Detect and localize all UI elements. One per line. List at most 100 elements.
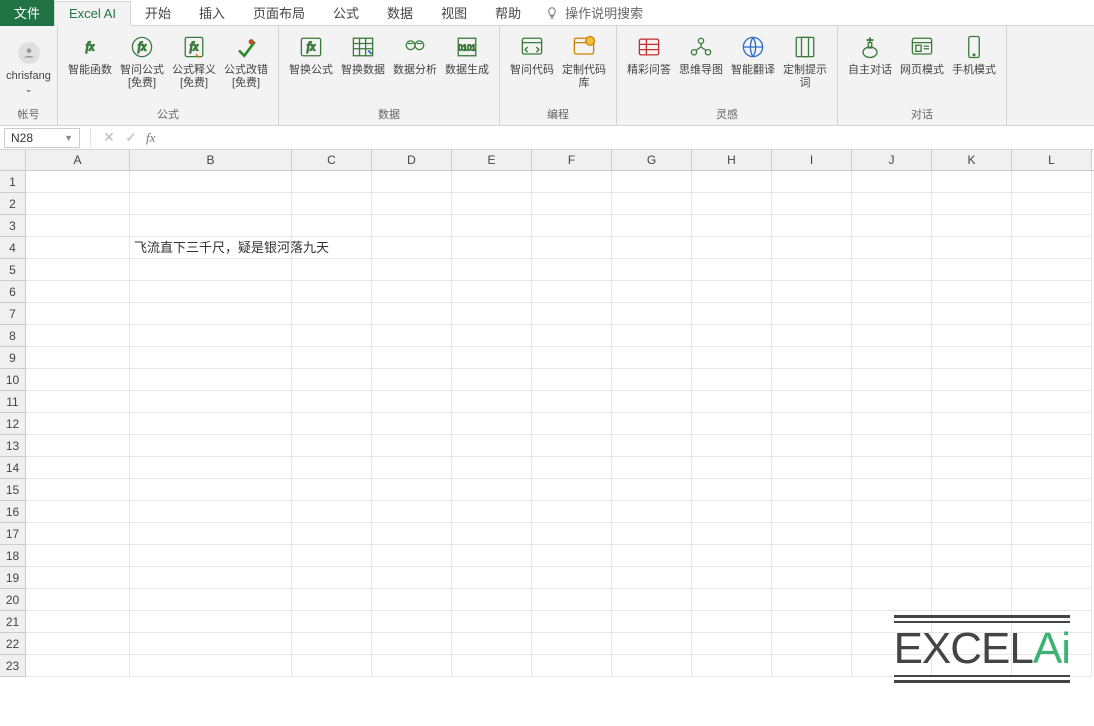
cell-I13[interactable]: [772, 435, 852, 457]
cell-I4[interactable]: [772, 237, 852, 259]
cell-E17[interactable]: [452, 523, 532, 545]
cell-E10[interactable]: [452, 369, 532, 391]
cell-E22[interactable]: [452, 633, 532, 655]
cell-E4[interactable]: [452, 237, 532, 259]
cell-K13[interactable]: [932, 435, 1012, 457]
qa-button[interactable]: 精彩问答: [623, 28, 675, 80]
cell-C18[interactable]: [292, 545, 372, 567]
cell-D12[interactable]: [372, 413, 452, 435]
cell-A12[interactable]: [26, 413, 130, 435]
cell-J14[interactable]: [852, 457, 932, 479]
cell-L12[interactable]: [1012, 413, 1092, 435]
cell-H20[interactable]: [692, 589, 772, 611]
cell-B4[interactable]: 飞流直下三千尺，疑是银河落九天: [130, 237, 292, 259]
cell-C15[interactable]: [292, 479, 372, 501]
cell-J12[interactable]: [852, 413, 932, 435]
cell-G15[interactable]: [612, 479, 692, 501]
cell-J2[interactable]: [852, 193, 932, 215]
web-mode-button[interactable]: 网页模式: [896, 28, 948, 80]
cell-F16[interactable]: [532, 501, 612, 523]
cell-G8[interactable]: [612, 325, 692, 347]
cell-H3[interactable]: [692, 215, 772, 237]
ask-formula-button[interactable]: fx智问公式 [免费]: [116, 28, 168, 93]
cell-J6[interactable]: [852, 281, 932, 303]
cell-G17[interactable]: [612, 523, 692, 545]
row-header-23[interactable]: 23: [0, 655, 26, 677]
cell-F22[interactable]: [532, 633, 612, 655]
cell-A9[interactable]: [26, 347, 130, 369]
cell-G18[interactable]: [612, 545, 692, 567]
cell-K6[interactable]: [932, 281, 1012, 303]
cell-B6[interactable]: [130, 281, 292, 303]
cell-L6[interactable]: [1012, 281, 1092, 303]
row-header-3[interactable]: 3: [0, 215, 26, 237]
cell-D7[interactable]: [372, 303, 452, 325]
cell-C22[interactable]: [292, 633, 372, 655]
tab-4[interactable]: 数据: [373, 0, 427, 26]
cell-H15[interactable]: [692, 479, 772, 501]
cell-E3[interactable]: [452, 215, 532, 237]
cell-H10[interactable]: [692, 369, 772, 391]
cell-C5[interactable]: [292, 259, 372, 281]
col-header-B[interactable]: B: [130, 150, 292, 170]
cell-B22[interactable]: [130, 633, 292, 655]
cell-B3[interactable]: [130, 215, 292, 237]
cell-G16[interactable]: [612, 501, 692, 523]
cell-F7[interactable]: [532, 303, 612, 325]
cell-K16[interactable]: [932, 501, 1012, 523]
cell-H6[interactable]: [692, 281, 772, 303]
cell-A20[interactable]: [26, 589, 130, 611]
cell-G3[interactable]: [612, 215, 692, 237]
cell-A6[interactable]: [26, 281, 130, 303]
cell-C12[interactable]: [292, 413, 372, 435]
cell-H14[interactable]: [692, 457, 772, 479]
cell-I18[interactable]: [772, 545, 852, 567]
cell-G11[interactable]: [612, 391, 692, 413]
name-box[interactable]: N28 ▼: [4, 128, 80, 148]
cell-E18[interactable]: [452, 545, 532, 567]
chevron-down-icon[interactable]: ▼: [64, 133, 73, 143]
cell-B16[interactable]: [130, 501, 292, 523]
cancel-formula-icon[interactable]: ✕: [98, 129, 120, 146]
cell-E12[interactable]: [452, 413, 532, 435]
cell-F3[interactable]: [532, 215, 612, 237]
cell-F20[interactable]: [532, 589, 612, 611]
cell-L3[interactable]: [1012, 215, 1092, 237]
cell-E19[interactable]: [452, 567, 532, 589]
cell-H5[interactable]: [692, 259, 772, 281]
cell-K11[interactable]: [932, 391, 1012, 413]
cell-I5[interactable]: [772, 259, 852, 281]
cell-B1[interactable]: [130, 171, 292, 193]
cell-I8[interactable]: [772, 325, 852, 347]
select-all-corner[interactable]: [0, 150, 26, 170]
cell-E9[interactable]: [452, 347, 532, 369]
cell-D6[interactable]: [372, 281, 452, 303]
cell-L20[interactable]: [1012, 589, 1092, 611]
swap-data-button[interactable]: 智换数据: [337, 28, 389, 80]
tab-1[interactable]: 插入: [185, 0, 239, 26]
cell-C8[interactable]: [292, 325, 372, 347]
cell-E20[interactable]: [452, 589, 532, 611]
cell-K7[interactable]: [932, 303, 1012, 325]
cell-A14[interactable]: [26, 457, 130, 479]
cell-F17[interactable]: [532, 523, 612, 545]
tab-file[interactable]: 文件: [0, 0, 54, 26]
row-header-11[interactable]: 11: [0, 391, 26, 413]
cell-D10[interactable]: [372, 369, 452, 391]
tab-excel-ai[interactable]: Excel AI: [54, 1, 131, 26]
cell-D14[interactable]: [372, 457, 452, 479]
cell-A13[interactable]: [26, 435, 130, 457]
cell-E5[interactable]: [452, 259, 532, 281]
account-button[interactable]: chrisfang⌄: [3, 34, 55, 99]
cell-G10[interactable]: [612, 369, 692, 391]
cell-J13[interactable]: [852, 435, 932, 457]
cell-C17[interactable]: [292, 523, 372, 545]
cell-E15[interactable]: [452, 479, 532, 501]
cell-G12[interactable]: [612, 413, 692, 435]
cell-A7[interactable]: [26, 303, 130, 325]
cell-J8[interactable]: [852, 325, 932, 347]
cell-J4[interactable]: [852, 237, 932, 259]
cell-G2[interactable]: [612, 193, 692, 215]
cell-G20[interactable]: [612, 589, 692, 611]
cell-K19[interactable]: [932, 567, 1012, 589]
